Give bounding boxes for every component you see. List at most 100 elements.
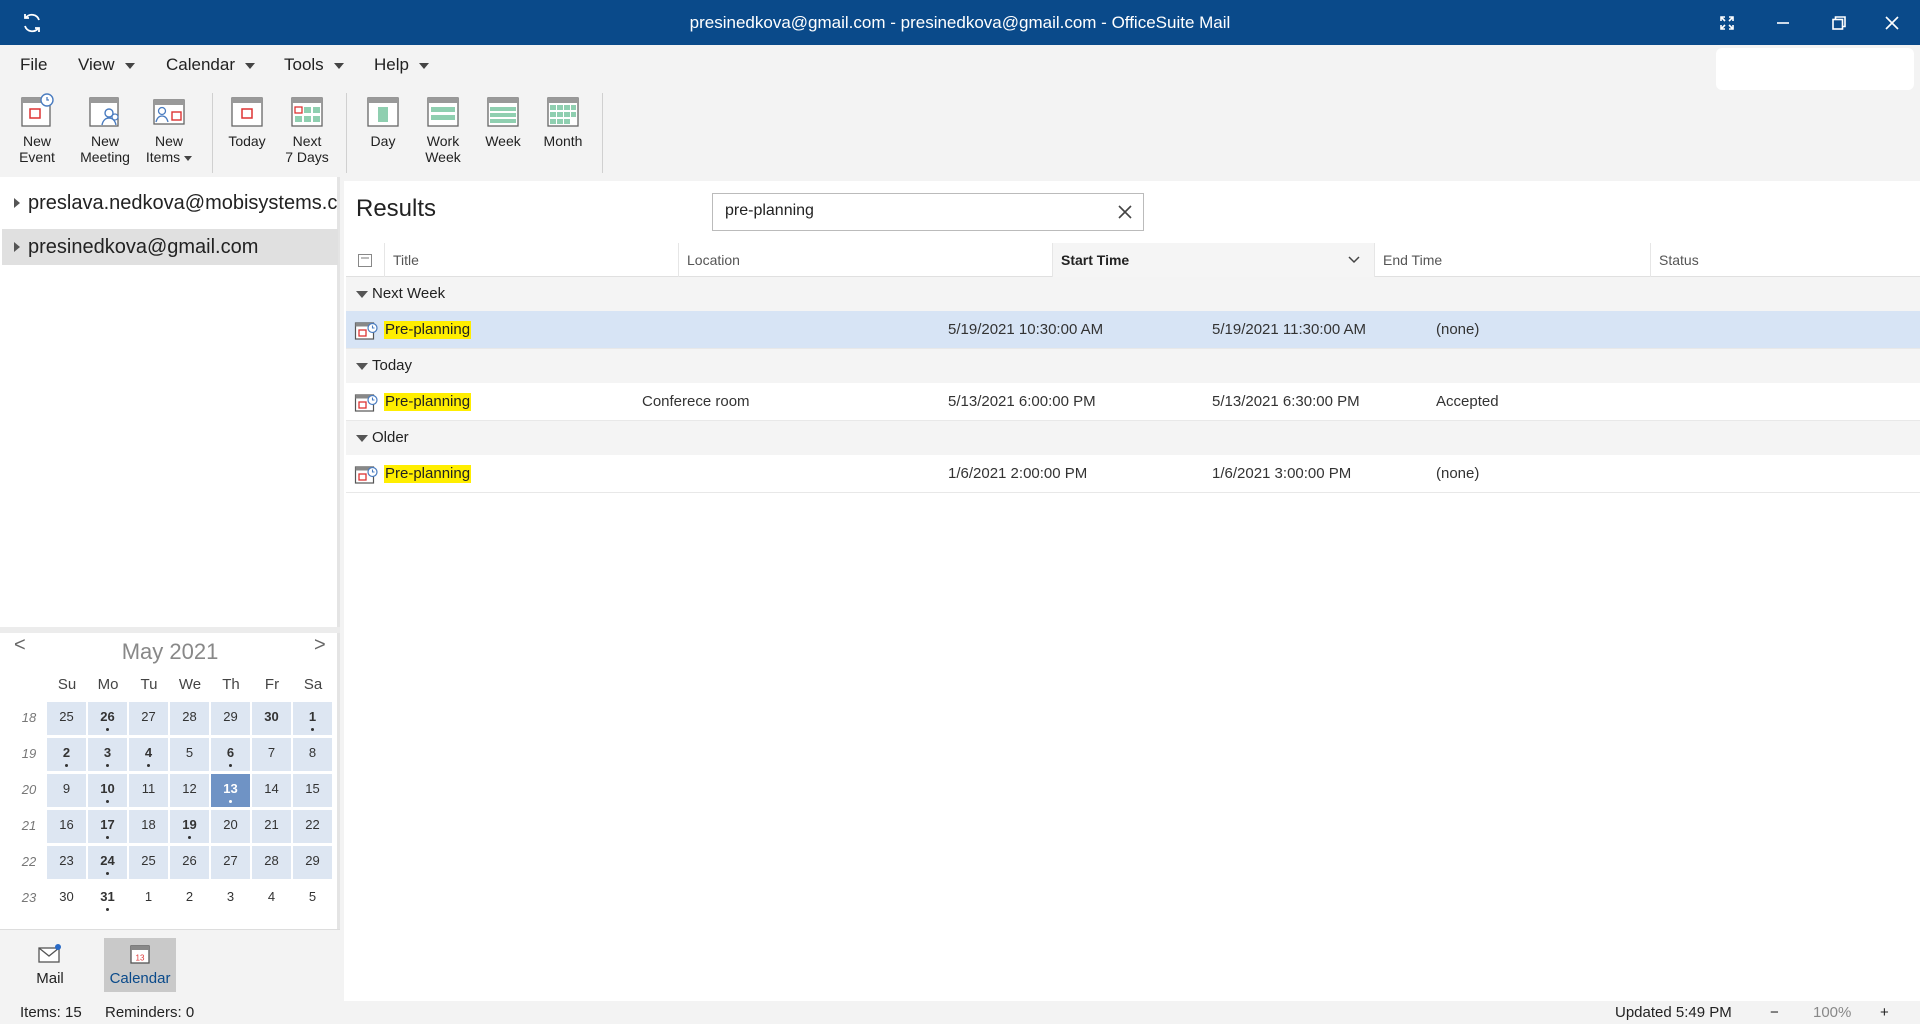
calendar-day[interactable]: 6 xyxy=(211,738,250,771)
calendar-nav-button[interactable]: 13 Calendar xyxy=(104,938,176,992)
calendar-day[interactable]: 14 xyxy=(252,774,291,807)
collapse-icon[interactable] xyxy=(356,363,368,370)
table-row[interactable]: Pre-planning Conferece room 5/13/2021 6:00… xyxy=(346,383,1920,421)
menu-tools[interactable]: Tools xyxy=(284,55,344,75)
column-status-label: Status xyxy=(1659,252,1699,268)
calendar-day[interactable]: 1 xyxy=(293,702,332,735)
calendar-day[interactable]: 28 xyxy=(252,846,291,879)
calendar-day[interactable]: 5 xyxy=(170,738,209,771)
calendar-day[interactable]: 12 xyxy=(170,774,209,807)
menu-help[interactable]: Help xyxy=(374,55,429,75)
calendar-day-number: 26 xyxy=(100,709,115,724)
calendar-day[interactable]: 28 xyxy=(170,702,209,735)
calendar-day[interactable]: 2 xyxy=(170,882,209,915)
event-dot xyxy=(106,728,109,731)
next-7-days-button[interactable]: Next 7 Days xyxy=(274,93,340,165)
calendar-day[interactable]: 23 xyxy=(47,846,86,879)
calendar-day[interactable]: 10 xyxy=(88,774,127,807)
select-all-checkbox[interactable] xyxy=(358,254,372,267)
calendar-day[interactable]: 31 xyxy=(88,882,127,915)
calendar-day[interactable]: 4 xyxy=(252,882,291,915)
week-view-button[interactable]: Week xyxy=(470,93,536,149)
week-number: 23 xyxy=(21,890,37,905)
calendar-day[interactable]: 3 xyxy=(211,882,250,915)
column-end-time[interactable]: End Time xyxy=(1374,243,1650,277)
group-header[interactable]: Next Week xyxy=(346,277,1920,311)
month-view-label: Month xyxy=(543,133,583,149)
next-month-button[interactable]: > xyxy=(314,634,326,657)
column-location[interactable]: Location xyxy=(678,243,1052,277)
month-view-button[interactable]: Month xyxy=(530,93,596,149)
calendar-day[interactable]: 1 xyxy=(129,882,168,915)
calendar-day[interactable]: 27 xyxy=(129,702,168,735)
calendar-day[interactable]: 25 xyxy=(47,702,86,735)
expand-icon[interactable] xyxy=(14,198,20,208)
new-event-button[interactable]: New Event xyxy=(4,93,70,165)
collapse-icon[interactable] xyxy=(356,435,368,442)
expand-icon[interactable] xyxy=(14,242,20,252)
chevron-down-icon xyxy=(333,62,344,69)
menu-file[interactable]: File xyxy=(20,55,47,75)
calendar-day[interactable]: 26 xyxy=(170,846,209,879)
new-meeting-button[interactable]: New Meeting xyxy=(72,93,138,165)
day-view-button[interactable]: Day xyxy=(350,93,416,149)
calendar-day[interactable]: 18 xyxy=(129,810,168,843)
calendar-day[interactable]: 26 xyxy=(88,702,127,735)
ribbon: New Event New Meeting New Items Today Ne… xyxy=(0,83,1920,173)
search-box[interactable] xyxy=(712,193,1144,231)
calendar-day[interactable]: 15 xyxy=(293,774,332,807)
calendar-day[interactable]: 17 xyxy=(88,810,127,843)
calendar-day[interactable]: 29 xyxy=(293,846,332,879)
table-row[interactable]: Pre-planning 1/6/2021 2:00:00 PM 1/6/2021 … xyxy=(346,455,1920,493)
calendar-day[interactable]: 27 xyxy=(211,846,250,879)
calendar-day[interactable]: 29 xyxy=(211,702,250,735)
calendar-day[interactable]: 30 xyxy=(252,702,291,735)
work-week-view-button[interactable]: Work Week xyxy=(410,93,476,165)
calendar-day[interactable]: 25 xyxy=(129,846,168,879)
calendar-day[interactable]: 21 xyxy=(252,810,291,843)
collapse-icon[interactable] xyxy=(356,291,368,298)
calendar-day[interactable]: 2 xyxy=(47,738,86,771)
calendar-day[interactable]: 22 xyxy=(293,810,332,843)
table-row[interactable]: Pre-planning 5/19/2021 10:30:00 AM 5/19/20… xyxy=(346,311,1920,349)
calendar-day-today[interactable]: 13 xyxy=(211,774,250,807)
group-header[interactable]: Today xyxy=(346,349,1920,383)
zoom-out-button[interactable]: − xyxy=(1770,1004,1779,1021)
account-item-mobisystems[interactable]: preslava.nedkova@mobisystems.com xyxy=(2,185,338,221)
calendar-day[interactable]: 4 xyxy=(129,738,168,771)
group-header[interactable]: Older xyxy=(346,421,1920,455)
account-item-gmail[interactable]: presinedkova@gmail.com xyxy=(2,229,338,265)
clear-search-button[interactable] xyxy=(1117,204,1133,225)
mail-nav-button[interactable]: Mail xyxy=(14,938,86,992)
minimize-button[interactable] xyxy=(1755,0,1811,45)
restore-button[interactable] xyxy=(1811,0,1867,45)
new-items-button[interactable]: New Items xyxy=(136,93,202,165)
calendar-day[interactable]: 5 xyxy=(293,882,332,915)
calendar-day[interactable]: 30 xyxy=(47,882,86,915)
close-button[interactable] xyxy=(1864,0,1920,45)
calendar-day[interactable]: 3 xyxy=(88,738,127,771)
calendar-day-number: 24 xyxy=(100,853,115,868)
column-start-time[interactable]: Start Time xyxy=(1052,243,1374,277)
calendar-day[interactable]: 9 xyxy=(47,774,86,807)
column-status[interactable]: Status xyxy=(1650,243,1920,277)
account-label: presinedkova@gmail.com xyxy=(28,236,259,258)
calendar-day-number: 22 xyxy=(305,817,320,832)
today-button[interactable]: Today xyxy=(214,93,280,149)
column-title[interactable]: Title xyxy=(384,243,678,277)
mail-icon xyxy=(38,944,61,963)
menu-view[interactable]: View xyxy=(78,55,135,75)
menu-calendar[interactable]: Calendar xyxy=(166,55,255,75)
search-input[interactable] xyxy=(725,202,1085,220)
calendar-day-number: 29 xyxy=(223,709,238,724)
fullscreen-button[interactable] xyxy=(1699,0,1755,45)
calendar-day[interactable]: 20 xyxy=(211,810,250,843)
calendar-day[interactable]: 16 xyxy=(47,810,86,843)
calendar-day[interactable]: 8 xyxy=(293,738,332,771)
calendar-day[interactable]: 24 xyxy=(88,846,127,879)
calendar-day[interactable]: 7 xyxy=(252,738,291,771)
zoom-in-button[interactable]: + xyxy=(1880,1004,1889,1021)
week-number: 21 xyxy=(21,818,37,833)
calendar-day[interactable]: 11 xyxy=(129,774,168,807)
calendar-day[interactable]: 19 xyxy=(170,810,209,843)
